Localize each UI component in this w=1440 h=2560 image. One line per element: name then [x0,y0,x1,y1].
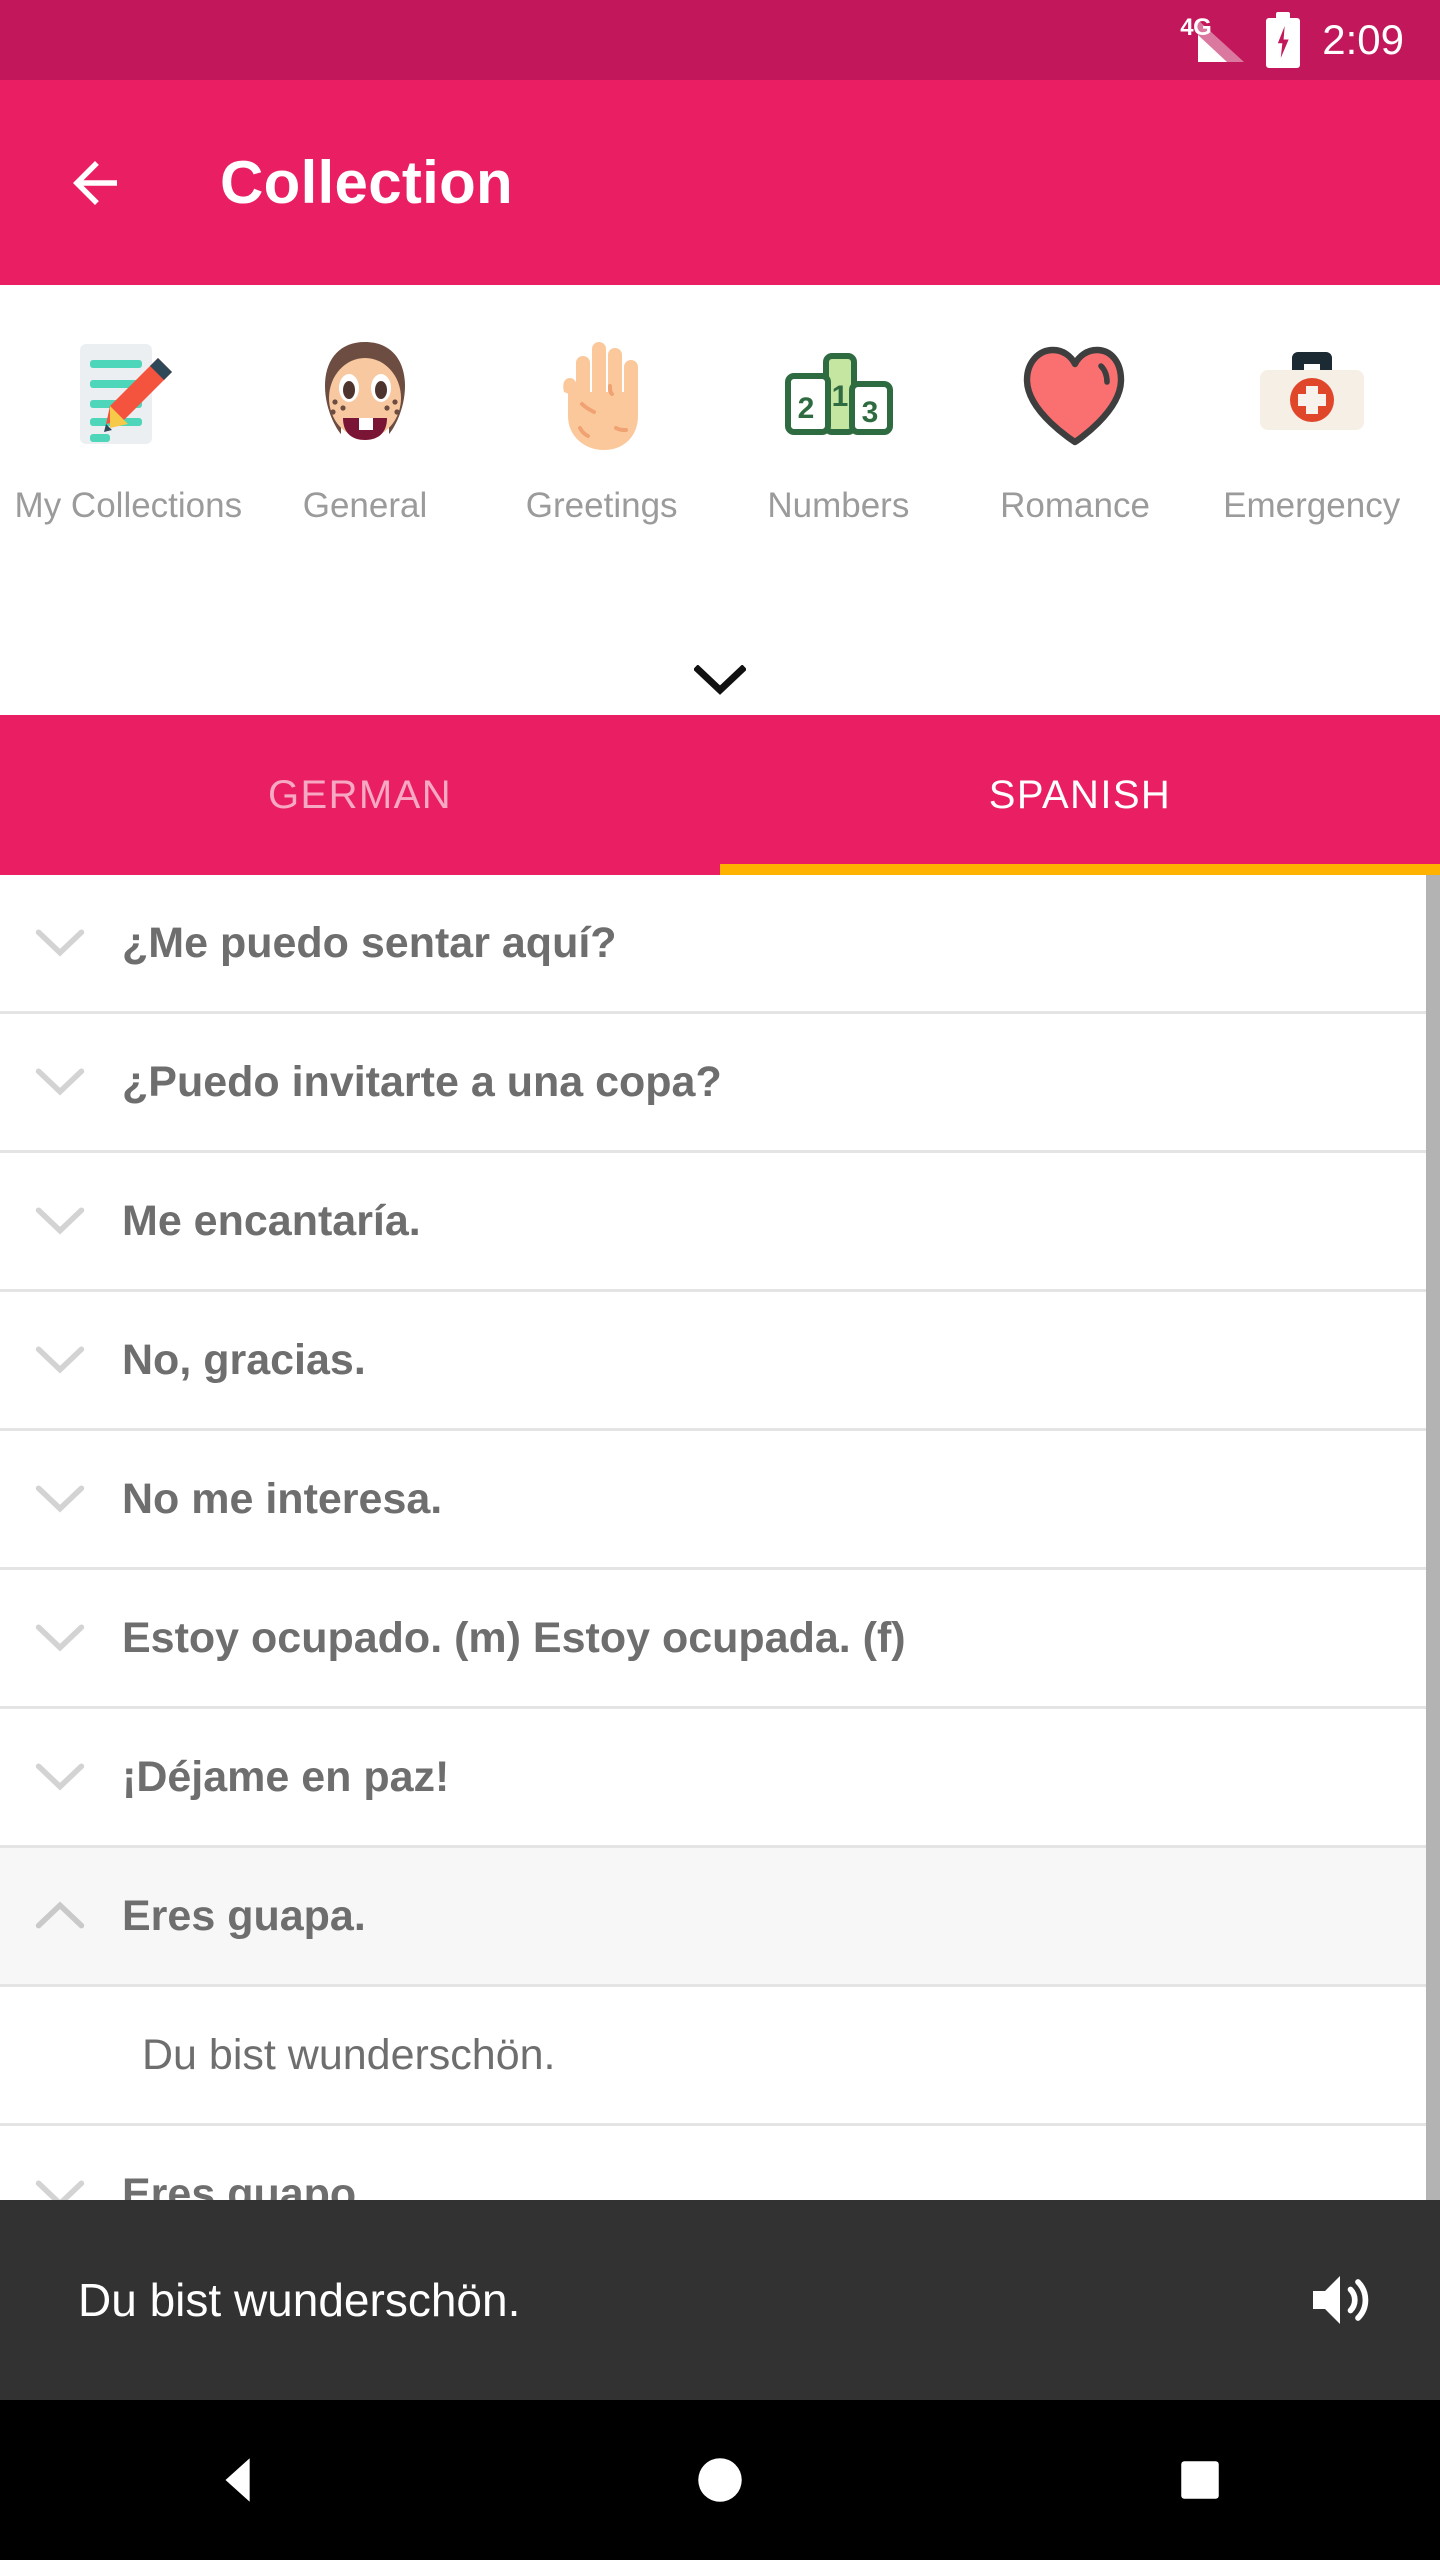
table-row[interactable]: ¿Me puedo sentar aquí? [0,875,1440,1014]
category-label: General [302,486,428,525]
nav-recents-button[interactable] [960,2455,1440,2505]
expand-categories-button[interactable] [0,665,1440,697]
svg-text:3: 3 [862,396,879,429]
tab-label: GERMAN [268,772,452,817]
table-row[interactable]: Me encantaría. [0,1153,1440,1292]
app-bar: Collection [0,80,1440,285]
translation-row[interactable]: Du bist wunderschön. [0,1987,1440,2126]
status-bar-clock: 2:09 [1322,16,1404,63]
first-aid-kit-icon [1237,321,1387,471]
category-label: Numbers [767,486,910,525]
phrase-list[interactable]: ¿Me puedo sentar aquí? ¿Puedo invitarte … [0,875,1440,2200]
category-item-greetings[interactable]: Greetings [483,321,720,526]
chevron-down-icon[interactable] [28,911,92,975]
android-nav-bar [0,2400,1440,2560]
chevron-up-icon[interactable] [28,1884,92,1948]
chevron-down-icon[interactable] [28,1328,92,1392]
snackbar-message: Du bist wunderschön. [78,2274,521,2326]
girl-face-icon [290,321,440,471]
arrow-left-icon [73,160,117,205]
phrase-text: Me encantaría. [122,1196,421,1245]
chevron-down-icon[interactable] [28,1745,92,1809]
signal-4g-icon: 4G [1180,12,1245,68]
triangle-back-icon [225,2458,250,2502]
chevron-down-icon[interactable] [28,1189,92,1253]
table-row[interactable]: Estoy ocupado. (m) Estoy ocupada. (f) [0,1570,1440,1709]
snackbar: Du bist wunderschön. [0,2200,1440,2400]
page-title: Collection [220,149,514,216]
phrase-text: ¿Puedo invitarte a una copa? [122,1057,722,1106]
table-row[interactable]: ¡Déjame en paz! [0,1709,1440,1848]
nav-back-button[interactable] [0,2451,480,2509]
category-label: Romance [1000,486,1150,525]
heart-icon [1000,321,1150,471]
active-tab-indicator [720,864,1440,875]
category-item-general[interactable]: General [247,321,484,526]
category-strip: My Collections General Greetings 2 1 3 N… [0,285,1440,715]
memo-pencil-icon [53,321,203,471]
square-recents-icon [1181,2461,1219,2499]
nav-home-button[interactable] [480,2451,960,2509]
language-tab-bar: GERMAN SPANISH [0,715,1440,875]
status-bar-icons: 4G 2:09 [1180,12,1404,68]
category-item-my-collections[interactable]: My Collections [10,321,247,526]
chevron-down-icon[interactable] [28,1606,92,1670]
category-item-romance[interactable]: Romance [957,321,1194,526]
raised-hand-icon [527,321,677,471]
volume-up-icon[interactable] [1304,2264,1376,2336]
table-row[interactable]: ¿Puedo invitarte a una copa? [0,1014,1440,1153]
list-scrollbar[interactable] [1426,875,1440,2200]
tab-label: SPANISH [988,772,1172,817]
chevron-down-icon [694,665,746,695]
category-row: My Collections General Greetings 2 1 3 N… [0,285,1440,526]
phone-screen: 4G 2:09 Collection My Collections Genera… [0,0,1440,2560]
phrase-text: Eres guapa. [122,1891,366,1940]
phrase-text: No me interesa. [122,1474,443,1523]
back-button[interactable] [62,150,128,216]
category-item-emergency[interactable]: Emergency [1193,321,1430,526]
tab-spanish[interactable]: SPANISH [720,715,1440,875]
table-row-expanded[interactable]: Eres guapa. [0,1848,1440,1987]
phrase-text: ¡Déjame en paz! [122,1752,450,1801]
svg-text:1: 1 [832,380,849,413]
svg-text:2: 2 [798,392,815,425]
table-row[interactable]: No, gracias. [0,1292,1440,1431]
category-label: My Collections [14,486,243,525]
chevron-down-icon[interactable] [28,1467,92,1531]
table-row-partial[interactable]: Eres guapo. [0,2126,1440,2200]
tab-german[interactable]: GERMAN [0,715,720,875]
category-item-numbers[interactable]: 2 1 3 Numbers [720,321,957,526]
battery-charging-icon [1266,12,1301,68]
circle-home-icon [698,2458,742,2502]
phrase-text: Estoy ocupado. (m) Estoy ocupada. (f) [122,1613,906,1662]
table-row[interactable]: No me interesa. [0,1431,1440,1570]
phrase-text: Eres guapo. [122,2169,369,2201]
translation-text: Du bist wunderschön. [142,2030,556,2079]
chevron-down-icon[interactable] [28,2162,92,2200]
phrase-text: ¿Me puedo sentar aquí? [122,918,617,967]
category-label: Greetings [525,486,678,525]
category-label: Emergency [1223,486,1401,525]
signal-bars-filled [1198,35,1228,62]
chevron-down-icon[interactable] [28,1050,92,1114]
podium-123-icon: 2 1 3 [763,321,913,471]
status-bar: 4G 2:09 [0,0,1440,80]
phrase-text: No, gracias. [122,1335,366,1384]
